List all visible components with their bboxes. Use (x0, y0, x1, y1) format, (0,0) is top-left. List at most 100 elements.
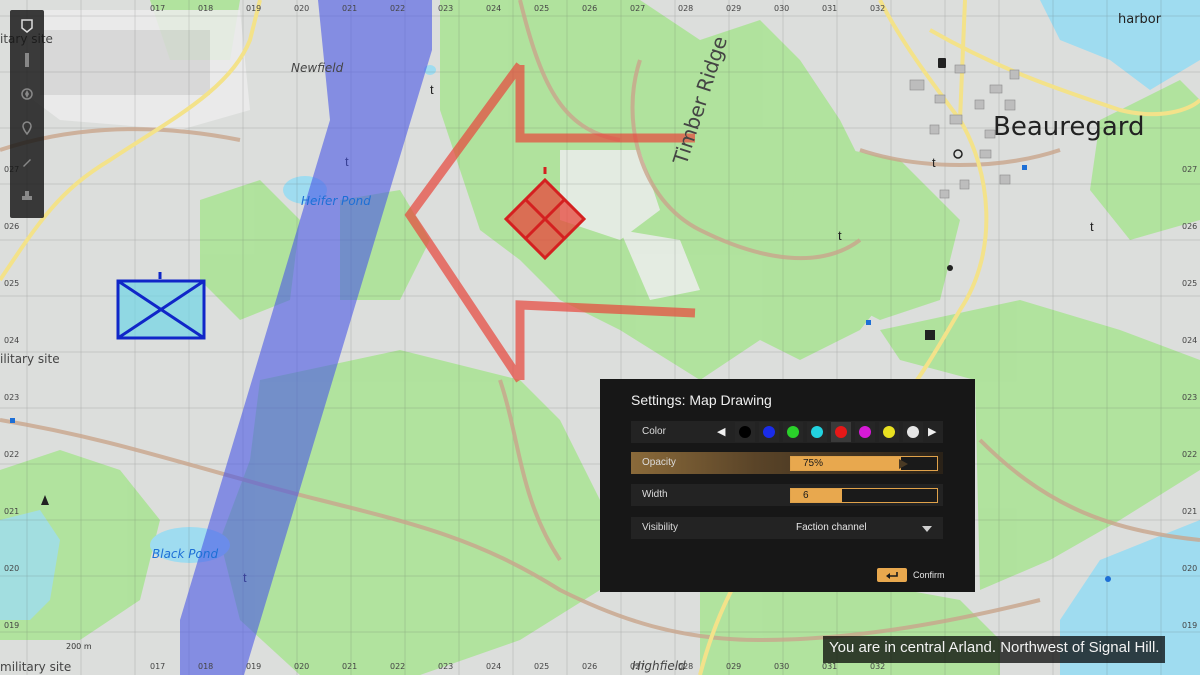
grid-label-x: 026 (582, 662, 598, 671)
color-dot (787, 426, 799, 438)
grid-label-y: 021 (1182, 507, 1198, 516)
color-dot (835, 426, 847, 438)
compass-icon[interactable] (17, 84, 37, 104)
grid-label-y: 019 (1182, 621, 1198, 630)
grid-label-x: 018 (198, 4, 214, 13)
grid-label-x: 029 (726, 662, 742, 671)
color-dot (739, 426, 751, 438)
enter-key-icon (886, 571, 898, 579)
water-label-black-pond: Black Pond (152, 547, 219, 561)
grid-label-y: 021 (4, 507, 20, 516)
map-drawing-settings-panel: Settings: Map Drawing Color ◀ ▶ Opacity … (600, 379, 975, 592)
grid-label-x: 022 (390, 662, 406, 671)
place-label-military-site-2: ilitary site (0, 352, 60, 366)
grid-label-x: 029 (726, 4, 742, 13)
width-value: 6 (803, 490, 809, 501)
water-label-heifer-pond: Heifer Pond (301, 194, 371, 208)
grid-label-x: 025 (534, 4, 550, 13)
grid-label-x: 018 (198, 662, 214, 671)
color-swatch[interactable] (879, 422, 899, 442)
grid-label-x: 021 (342, 4, 358, 13)
color-dot (907, 426, 919, 438)
grid-label-x: 032 (870, 4, 886, 13)
pen-icon[interactable] (17, 152, 37, 172)
marker-icon[interactable] (17, 118, 37, 138)
grid-label-y: 025 (4, 279, 20, 288)
grid-label-x: 020 (294, 662, 310, 671)
panel-title: Settings: Map Drawing (631, 392, 772, 408)
grid-label-x: 017 (150, 4, 166, 13)
width-label: Width (642, 489, 668, 500)
stamp-icon[interactable] (17, 186, 37, 206)
visibility-value: Faction channel (796, 522, 867, 533)
opacity-label: Opacity (642, 457, 676, 468)
grid-label-y: 023 (4, 393, 20, 402)
grid-label-y: 020 (1182, 564, 1198, 573)
color-dot (883, 426, 895, 438)
grid-label-x: 021 (342, 662, 358, 671)
opacity-row[interactable]: Opacity 75% (631, 452, 943, 474)
grid-label-x: 024 (486, 4, 502, 13)
opacity-slider-thumb-icon[interactable] (898, 459, 908, 469)
color-swatch[interactable] (759, 422, 779, 442)
place-label-military-site-3: military site (0, 660, 72, 674)
grid-label-x: 023 (438, 4, 454, 13)
grid-label-x: 025 (534, 662, 550, 671)
color-dot (763, 426, 775, 438)
grid-label-y: 022 (4, 450, 20, 459)
ruler-icon[interactable] (17, 50, 37, 70)
grid-label-y: 019 (4, 621, 20, 630)
visibility-dropdown[interactable]: Faction channel (790, 519, 938, 537)
grid-label-x: 024 (486, 662, 502, 671)
color-swatch[interactable] (807, 422, 827, 442)
grid-label-x: 028 (678, 662, 694, 671)
visibility-label: Visibility (642, 522, 678, 533)
grid-label-x: 030 (774, 4, 790, 13)
grid-label-x: 019 (246, 662, 262, 671)
svg-text:t: t (430, 82, 434, 97)
town-label-beauregard: Beauregard (993, 112, 1145, 142)
map-toolbar (10, 10, 44, 218)
grid-label-x: 031 (822, 4, 838, 13)
grid-label-x: 023 (438, 662, 454, 671)
scale-bar-label: 200 m (66, 642, 92, 651)
grid-label-x: 020 (294, 4, 310, 13)
grid-label-y: 023 (1182, 393, 1198, 402)
grid-label-y: 024 (1182, 336, 1198, 345)
grid-label-x: 017 (150, 662, 166, 671)
grid-label-x: 027 (630, 662, 646, 671)
grid-label-x: 027 (630, 4, 646, 13)
color-dot (859, 426, 871, 438)
grid-label-x: 031 (822, 662, 838, 671)
svg-text:t: t (838, 228, 842, 243)
chevron-down-icon (922, 526, 932, 532)
grid-label-y: 025 (1182, 279, 1198, 288)
grid-label-x: 028 (678, 4, 694, 13)
color-next-arrow-icon[interactable]: ▶ (928, 425, 936, 438)
color-swatch[interactable] (735, 422, 755, 442)
width-slider[interactable]: 6 (790, 488, 938, 503)
confirm-button[interactable] (877, 568, 907, 582)
width-row[interactable]: Width 6 (631, 484, 943, 506)
color-row: Color ◀ ▶ (631, 421, 943, 443)
width-slider-fill (791, 489, 843, 502)
opacity-slider[interactable]: 75% (790, 456, 938, 471)
grid-label-y: 024 (4, 336, 20, 345)
unit-symbol-drawing[interactable] (116, 272, 206, 340)
confirm-label: Confirm (913, 570, 945, 580)
color-prev-arrow-icon[interactable]: ◀ (717, 425, 725, 438)
color-swatch[interactable] (783, 422, 803, 442)
grid-label-x: 026 (582, 4, 598, 13)
location-status-text: You are in central Arland. Northwest of … (823, 636, 1166, 663)
color-dot (811, 426, 823, 438)
map-icon[interactable] (17, 16, 37, 36)
color-swatch[interactable] (831, 422, 851, 442)
visibility-row[interactable]: Visibility Faction channel (631, 517, 943, 539)
color-swatch[interactable] (903, 422, 923, 442)
color-swatch[interactable] (855, 422, 875, 442)
opacity-value: 75% (803, 458, 824, 469)
grid-label-x: 022 (390, 4, 406, 13)
grid-label-y: 027 (1182, 165, 1198, 174)
svg-text:t: t (932, 155, 936, 170)
grid-label-y: 026 (4, 222, 20, 231)
